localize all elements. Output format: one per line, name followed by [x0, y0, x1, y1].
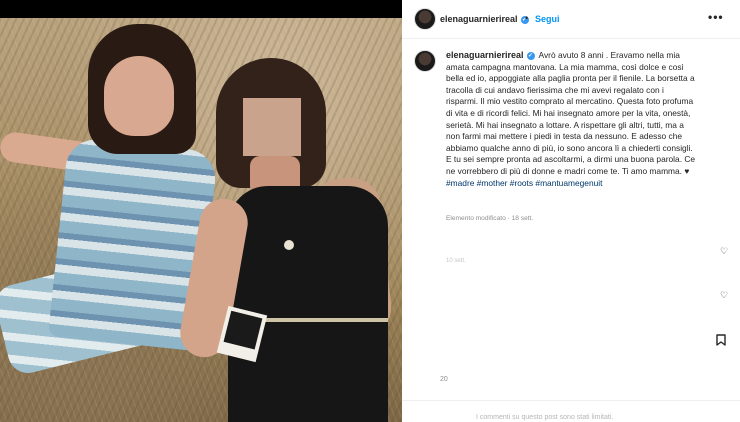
- hashtag-link[interactable]: #mother: [477, 178, 508, 188]
- caption-username[interactable]: elenaguarnierireal ✓: [446, 50, 535, 60]
- heart-icon[interactable]: ♡: [720, 246, 728, 257]
- photo-girl-face: [104, 56, 174, 136]
- post-photo[interactable]: [0, 18, 402, 422]
- avatar[interactable]: [414, 8, 436, 30]
- hashtag-link[interactable]: #madre: [446, 178, 474, 188]
- hashtag-link[interactable]: #roots: [510, 178, 533, 188]
- post-side-panel: elenaguarnierireal ✓ • Segui ••• elenagua…: [402, 0, 740, 422]
- verified-badge-icon: ✓: [526, 51, 535, 60]
- blurred-face: [243, 98, 301, 156]
- follow-button[interactable]: Segui: [535, 14, 560, 24]
- caption: elenaguarnierireal ✓ Avrò avuto 8 anni . E…: [446, 50, 696, 189]
- more-options-icon[interactable]: •••: [708, 10, 724, 24]
- header-separator: •: [525, 13, 529, 23]
- caption-text: Avrò avuto 8 anni . Eravamo nella mia am…: [446, 50, 696, 176]
- dress-brooch: [284, 240, 294, 250]
- caption-avatar[interactable]: [414, 50, 436, 72]
- heart-icon[interactable]: ♡: [720, 290, 728, 301]
- hashtag-link[interactable]: #mantuamegenuit: [535, 178, 602, 188]
- edited-timestamp: Elemento modificato · 18 sett.: [446, 215, 534, 222]
- footer-divider: [402, 400, 740, 401]
- bookmark-icon[interactable]: [716, 334, 726, 346]
- header-username[interactable]: elenaguarnierireal ✓: [440, 14, 529, 24]
- likes-count: 20: [440, 376, 448, 383]
- photo-mother-dress: [228, 186, 388, 422]
- post-header: elenaguarnierireal ✓ • Segui •••: [402, 0, 740, 39]
- faded-timestamp: 10 sett.: [446, 258, 466, 264]
- comments-limited-notice: I commenti su questo post sono stati lim…: [476, 414, 614, 421]
